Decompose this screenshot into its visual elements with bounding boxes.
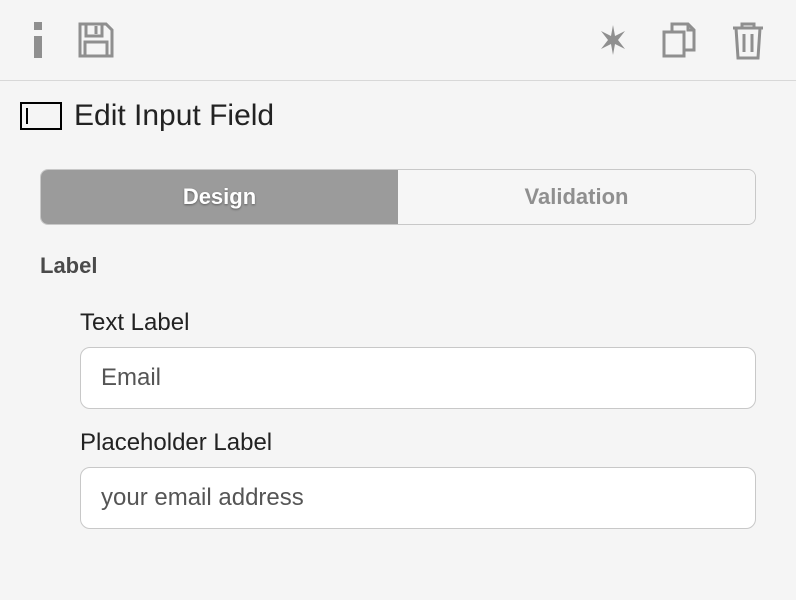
- toolbar-right: [596, 20, 766, 60]
- text-label-input[interactable]: [80, 347, 756, 409]
- toolbar-left: [30, 20, 116, 60]
- placeholder-label-input[interactable]: [80, 467, 756, 529]
- title-row: Edit Input Field: [0, 81, 796, 141]
- delete-button[interactable]: [730, 20, 766, 60]
- save-button[interactable]: [76, 20, 116, 60]
- trash-icon: [730, 20, 766, 60]
- duplicate-button[interactable]: [660, 20, 700, 60]
- save-icon: [76, 20, 116, 60]
- placeholder-label-caption: Placeholder Label: [80, 429, 756, 457]
- info-button[interactable]: [30, 22, 46, 58]
- toolbar: [0, 0, 796, 81]
- content: Design Validation Label Text Label Place…: [0, 141, 796, 549]
- field-group: Text Label Placeholder Label: [40, 309, 756, 549]
- page-title: Edit Input Field: [74, 99, 274, 133]
- tabs: Design Validation: [40, 169, 756, 225]
- required-button[interactable]: [596, 23, 630, 57]
- copy-icon: [660, 20, 700, 60]
- asterisk-icon: [596, 23, 630, 57]
- tab-validation[interactable]: Validation: [398, 170, 755, 224]
- text-label-caption: Text Label: [80, 309, 756, 337]
- input-field-icon: [20, 102, 62, 130]
- tab-design[interactable]: Design: [41, 170, 398, 224]
- info-icon: [30, 22, 46, 58]
- section-label: Label: [40, 253, 756, 279]
